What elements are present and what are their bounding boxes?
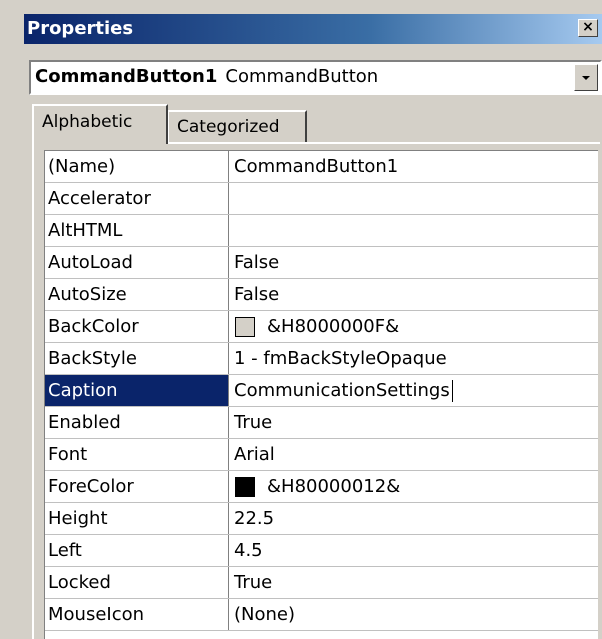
color-swatch xyxy=(235,476,255,497)
chevron-down-icon[interactable] xyxy=(574,64,598,91)
text-caret xyxy=(451,379,453,402)
property-row-locked[interactable]: Locked True xyxy=(45,567,598,599)
property-row-althtml[interactable]: AltHTML xyxy=(45,215,598,247)
property-value[interactable]: 4.5 xyxy=(229,535,598,566)
property-name[interactable]: Caption xyxy=(45,375,229,406)
property-row-autosize[interactable]: AutoSize False xyxy=(45,279,598,311)
property-name[interactable]: Left xyxy=(45,535,229,566)
property-value-input[interactable]: CommunicationSettings xyxy=(229,375,598,406)
property-row-backstyle[interactable]: BackStyle 1 - fmBackStyleOpaque xyxy=(45,343,598,375)
property-name[interactable]: (Name) xyxy=(45,151,229,182)
tab-categorized[interactable]: Categorized xyxy=(167,110,307,142)
property-value[interactable]: &H8000000F& xyxy=(229,311,598,342)
property-row-name[interactable]: (Name) CommandButton1 xyxy=(45,151,598,183)
property-row-autoload[interactable]: AutoLoad False xyxy=(45,247,598,279)
tab-label: Alphabetic xyxy=(42,112,133,132)
property-value[interactable]: True xyxy=(229,407,598,438)
property-row-backcolor[interactable]: BackColor &H8000000F& xyxy=(45,311,598,343)
object-name: CommandButton1 xyxy=(35,66,218,87)
object-selector-dropdown[interactable]: CommandButton1 CommandButton xyxy=(29,60,602,95)
property-row-accelerator[interactable]: Accelerator xyxy=(45,183,598,215)
property-value[interactable]: True xyxy=(229,567,598,598)
property-value[interactable] xyxy=(229,215,598,246)
property-name[interactable]: BackColor xyxy=(45,311,229,342)
property-value[interactable]: False xyxy=(229,247,598,278)
property-value[interactable]: &H80000012& xyxy=(229,471,598,502)
property-value[interactable] xyxy=(229,183,598,214)
properties-window: Properties × CommandButton1 CommandButton… xyxy=(0,0,602,639)
property-name[interactable]: ForeColor xyxy=(45,471,229,502)
close-button[interactable]: × xyxy=(578,19,598,37)
property-value[interactable]: False xyxy=(229,279,598,310)
property-row-mouseicon[interactable]: MouseIcon (None) xyxy=(45,599,598,631)
property-name[interactable]: AutoSize xyxy=(45,279,229,310)
property-name[interactable]: Accelerator xyxy=(45,183,229,214)
property-row-font[interactable]: Font Arial xyxy=(45,439,598,471)
property-value[interactable]: 22.5 xyxy=(229,503,598,534)
property-row-caption[interactable]: Caption CommunicationSettings xyxy=(45,375,598,407)
color-swatch xyxy=(235,316,255,337)
property-name[interactable]: MouseIcon xyxy=(45,599,229,630)
property-row-left[interactable]: Left 4.5 xyxy=(45,535,598,567)
property-value[interactable]: Arial xyxy=(229,439,598,470)
property-grid[interactable]: (Name) CommandButton1 Accelerator AltHTM… xyxy=(44,150,598,639)
property-row-enabled[interactable]: Enabled True xyxy=(45,407,598,439)
title-bar[interactable]: Properties × xyxy=(24,14,602,44)
property-row-forecolor[interactable]: ForeColor &H80000012& xyxy=(45,471,598,503)
property-name[interactable]: Font xyxy=(45,439,229,470)
tab-label: Categorized xyxy=(177,117,280,137)
property-value[interactable]: 1 - fmBackStyleOpaque xyxy=(229,343,598,374)
window-title: Properties xyxy=(27,18,134,39)
property-name[interactable]: AutoLoad xyxy=(45,247,229,278)
property-value[interactable]: CommandButton1 xyxy=(229,151,598,182)
property-name[interactable]: BackStyle xyxy=(45,343,229,374)
property-name[interactable]: AltHTML xyxy=(45,215,229,246)
property-name[interactable]: Locked xyxy=(45,567,229,598)
property-name[interactable]: Height xyxy=(45,503,229,534)
property-name[interactable]: Enabled xyxy=(45,407,229,438)
property-value[interactable]: (None) xyxy=(229,599,598,630)
tab-alphabetic[interactable]: Alphabetic xyxy=(32,104,168,144)
property-row-height[interactable]: Height 22.5 xyxy=(45,503,598,535)
object-type: CommandButton xyxy=(225,66,379,87)
close-icon: × xyxy=(582,19,594,35)
